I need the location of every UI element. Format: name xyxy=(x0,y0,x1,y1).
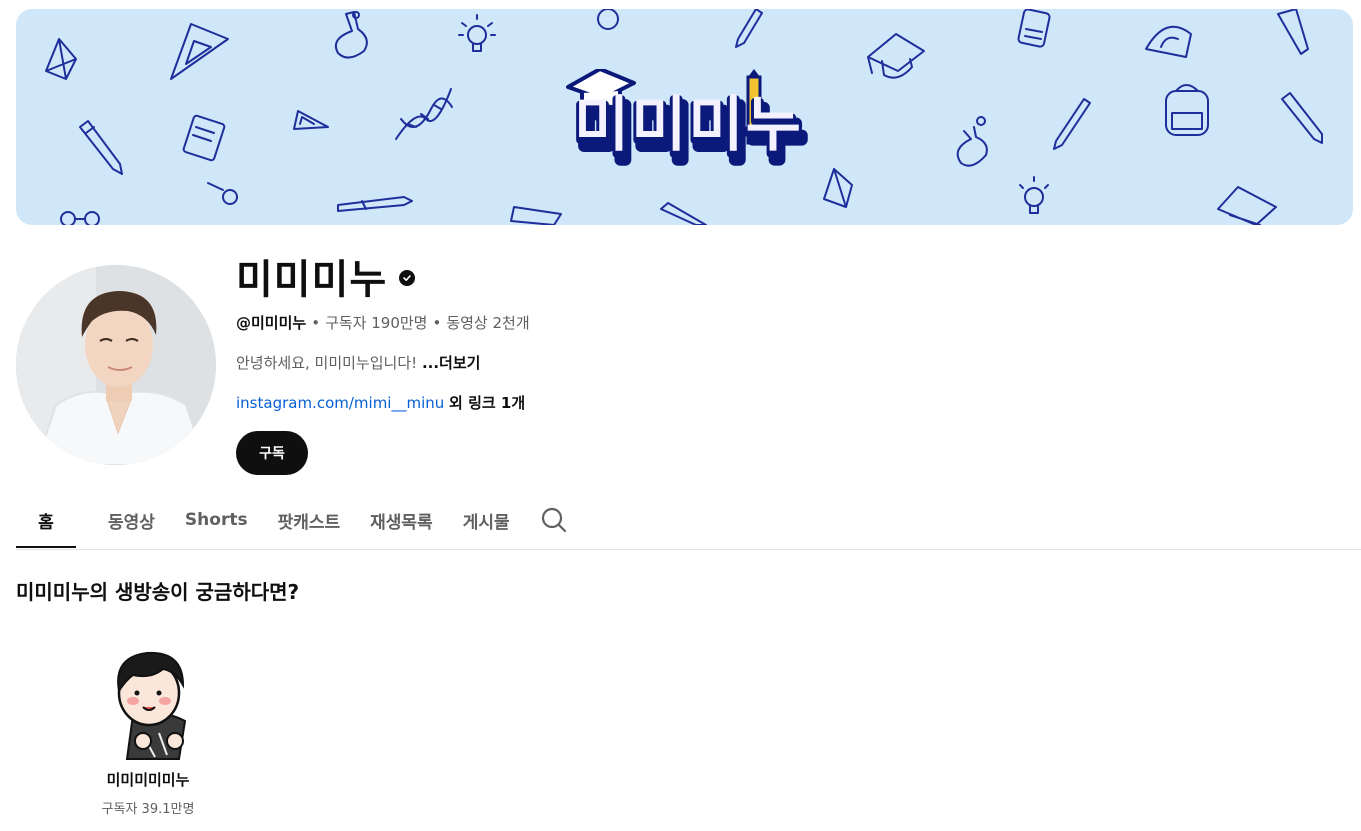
dna-doodle xyxy=(395,88,453,140)
channel-description[interactable]: 안녕하세요, 미미미누입니다! ...더보기 xyxy=(236,352,480,373)
channel-title: 미미미누 xyxy=(236,248,416,304)
ruler-doodle xyxy=(1277,9,1309,55)
meta-separator: • xyxy=(311,313,321,332)
tab-videos[interactable]: 동영상 xyxy=(93,490,170,550)
pencil-doodle xyxy=(1281,92,1323,144)
calculator-doodle xyxy=(1017,9,1051,48)
featured-channel-card[interactable]: 미미미미미누 구독자 39.1만명 xyxy=(87,645,209,817)
subscribe-button[interactable]: 구독 xyxy=(236,431,308,475)
tab-podcasts[interactable]: 팟캐스트 xyxy=(263,490,356,550)
tab-playlists[interactable]: 재생목록 xyxy=(355,490,448,550)
channel-links: instagram.com/mimi__minu 외 링크 1개 xyxy=(236,392,525,413)
channel-avatar[interactable] xyxy=(16,265,216,465)
tab-home[interactable]: 홈 xyxy=(16,490,76,550)
magnifier-doodle xyxy=(597,9,619,30)
featured-channel-name[interactable]: 미미미미미누 xyxy=(87,769,209,790)
search-icon xyxy=(541,507,566,533)
description-text: 안녕하세요, 미미미누입니다! xyxy=(236,354,418,372)
tab-search-button[interactable] xyxy=(525,490,583,550)
section-title: 미미미누의 생방송이 궁금하다면? xyxy=(16,580,300,604)
svg-text:미미미누: 미미미누 xyxy=(574,90,803,160)
more-links-button[interactable]: 외 링크 1개 xyxy=(449,394,525,412)
channel-tabs: 홈 동영상 Shorts 팟캐스트 재생목록 게시물 xyxy=(16,490,583,550)
banner-logo: 미미미누 미미미누 미미미누 xyxy=(566,69,810,175)
backpack-doodle xyxy=(1165,84,1209,136)
pyramid-doodle xyxy=(45,38,77,80)
pencil-doodle xyxy=(1053,98,1091,150)
flask-doodle xyxy=(334,11,368,59)
pencil-doodle xyxy=(660,202,707,225)
tab-shorts[interactable]: Shorts xyxy=(170,490,263,550)
flask-doodle xyxy=(956,116,988,167)
meta-separator: • xyxy=(432,313,442,332)
more-button[interactable]: ...더보기 xyxy=(422,354,481,372)
magnifier-doodle xyxy=(207,182,238,205)
pencil-doodle xyxy=(79,120,123,175)
triangle-ruler-doodle xyxy=(170,23,229,80)
avatar-photo xyxy=(16,265,216,465)
book-doodle xyxy=(1217,186,1277,225)
channel-handle: @미미미누 xyxy=(236,314,307,332)
channel-banner: 미미미누 미미미누 미미미누 xyxy=(16,9,1353,225)
protractor-doodle xyxy=(1145,25,1192,58)
verified-icon xyxy=(399,270,416,286)
channel-name: 미미미누 xyxy=(236,257,388,303)
bulb-doodle xyxy=(1019,176,1049,214)
bulb-doodle xyxy=(458,14,496,52)
pencil-doodle xyxy=(735,9,763,48)
ruler-doodle xyxy=(510,206,562,225)
instagram-link[interactable]: instagram.com/mimi__minu xyxy=(236,394,444,412)
tabs-divider xyxy=(16,549,1361,550)
featured-channel-avatar[interactable] xyxy=(103,645,193,761)
featured-channel-subscribers: 구독자 39.1만명 xyxy=(101,802,195,817)
video-count: 동영상 2천개 xyxy=(446,314,530,332)
subscriber-count: 구독자 190만명 xyxy=(325,314,428,332)
channel-meta: @미미미누 • 구독자 190만명 • 동영상 2천개 xyxy=(236,312,530,333)
notebook-doodle xyxy=(182,114,226,162)
set-square-doodle xyxy=(293,110,329,130)
graduation-cap-doodle xyxy=(867,33,925,79)
glasses-doodle xyxy=(60,211,100,225)
pen-doodle xyxy=(337,196,413,212)
tab-posts[interactable]: 게시물 xyxy=(448,490,525,550)
